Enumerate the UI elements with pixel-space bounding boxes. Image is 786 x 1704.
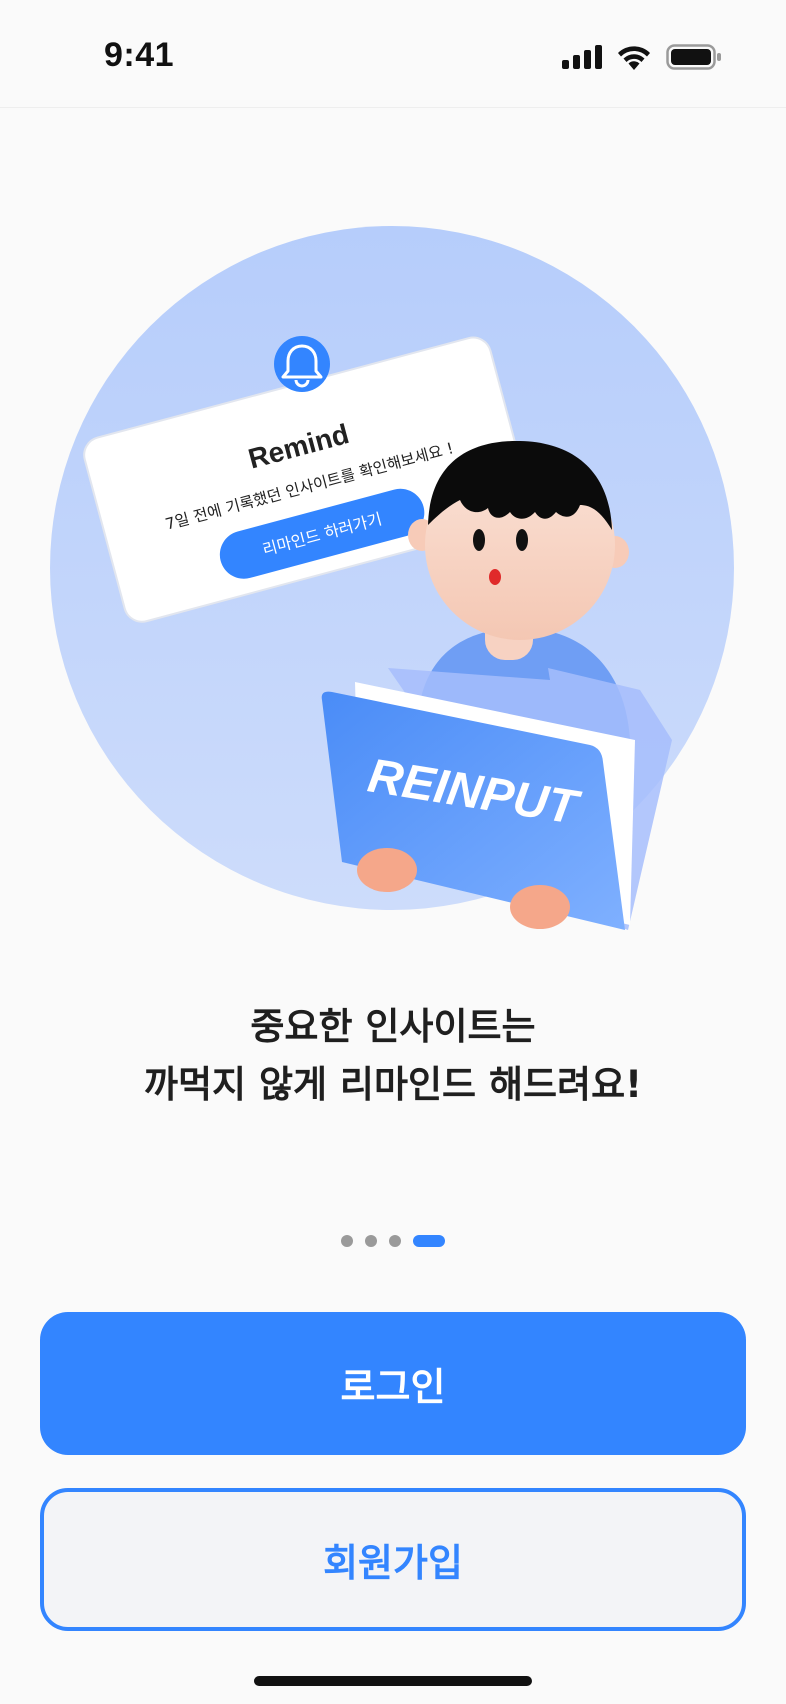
signup-button[interactable]: 회원가입 <box>40 1488 746 1631</box>
battery-icon <box>666 44 721 70</box>
page-dot-2[interactable] <box>365 1235 377 1247</box>
page-dot-1[interactable] <box>341 1235 353 1247</box>
page-dot-3[interactable] <box>389 1235 401 1247</box>
status-bar: 9:41 <box>0 0 786 108</box>
page-indicator <box>0 1235 786 1247</box>
onboarding-illustration: Remind 7일 전에 기록했던 인사이트를 확인해보세요 ! 리마인드 하러… <box>50 226 734 930</box>
onboarding-title: 중요한 인사이트는 까먹지 않게 리마인드 해드려요! <box>0 998 786 1114</box>
title-line-1: 중요한 인사이트는 <box>250 1005 536 1048</box>
home-indicator <box>254 1676 532 1686</box>
title-line-2: 까먹지 않게 리마인드 해드려요! <box>143 1063 643 1106</box>
cellular-signal-icon <box>562 45 602 69</box>
status-time: 9:41 <box>104 36 175 74</box>
status-icons <box>562 44 722 70</box>
wifi-icon <box>618 46 650 70</box>
onboarding-screen: 9:41 Remind 7일 전에 기록했던 인사이트를 확인해보세요 ! 리마… <box>0 0 786 1704</box>
login-button[interactable]: 로그인 <box>40 1312 746 1455</box>
page-dot-4-active[interactable] <box>413 1235 445 1247</box>
bell-icon <box>274 336 330 392</box>
